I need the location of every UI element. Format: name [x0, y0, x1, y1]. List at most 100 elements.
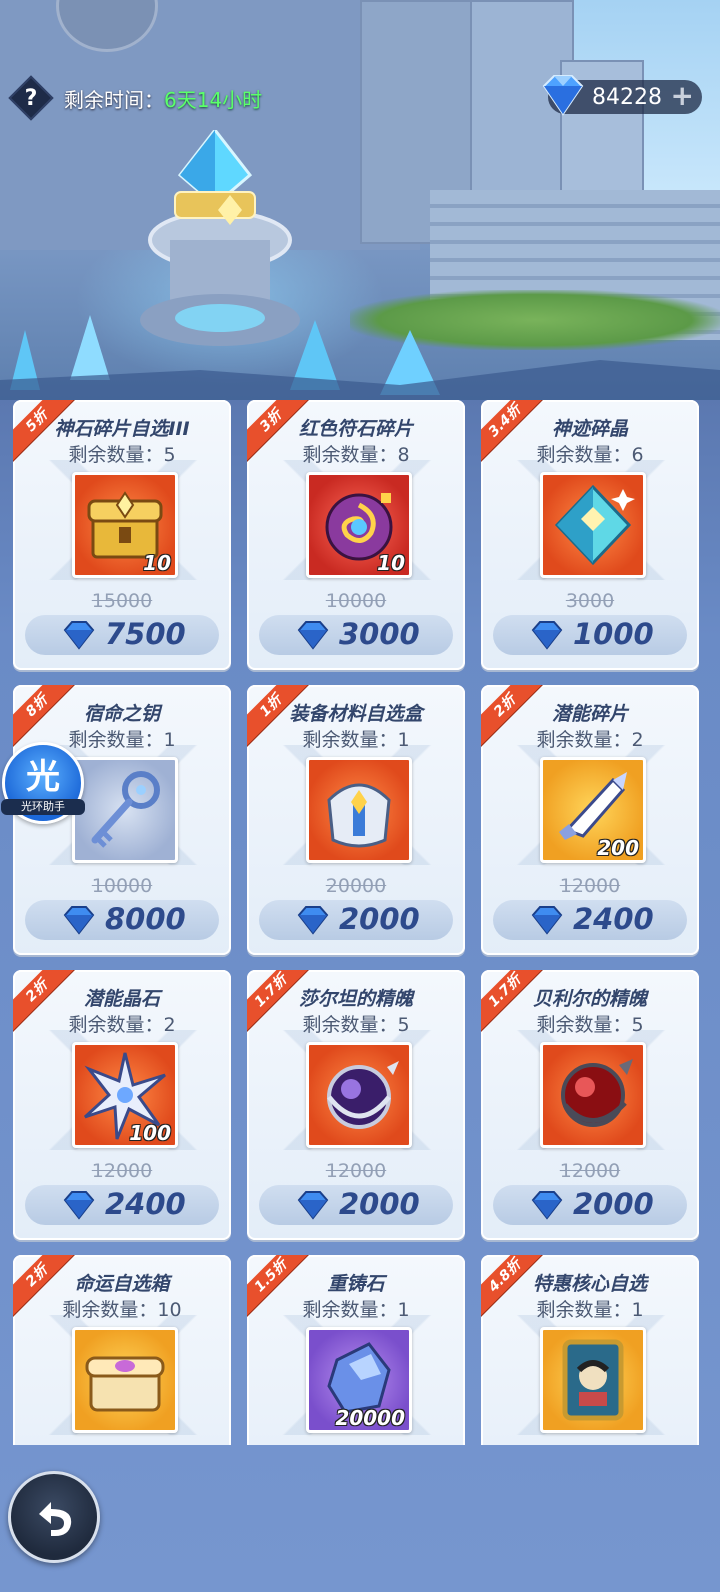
diamond-icon [297, 621, 329, 650]
sale-price: 8000 [105, 902, 186, 936]
original-price: 20000 [325, 875, 387, 897]
shop-item-card[interactable]: 1.7折 莎尔坦的精魄 剩余数量：5 12000 2000 [247, 970, 465, 1240]
back-arrow-icon [39, 1502, 72, 1536]
item-frame[interactable]: 10 [306, 472, 412, 578]
buy-button[interactable]: 7500 [25, 615, 219, 655]
fate-chest-icon [85, 1356, 165, 1412]
sale-price: 2000 [339, 1187, 420, 1221]
original-price: 12000 [91, 1160, 153, 1182]
diamond-amount: 84228 [592, 85, 662, 110]
buy-button[interactable]: 2400 [25, 1185, 219, 1225]
item-frame[interactable] [72, 757, 178, 863]
shop-item-card[interactable]: 5折 神石碎片自选III 剩余数量：5 10 15000 7500 [13, 400, 231, 670]
item-stock: 剩余数量：5 [536, 1014, 644, 1036]
buy-button[interactable]: 2400 [493, 900, 687, 940]
diamond-icon [297, 906, 329, 935]
timer-label: 剩余时间： [64, 87, 164, 112]
shop-item-card[interactable]: 1.7折 贝利尔的精魄 剩余数量：5 12000 2000 [481, 970, 699, 1240]
sale-price: 2000 [573, 1187, 654, 1221]
item-stock: 剩余数量：5 [302, 1014, 410, 1036]
banner-scene: ? 剩余时间： 6天14小时 84228 + [0, 0, 720, 400]
help-button[interactable]: ? [12, 79, 50, 117]
diamond-icon [63, 621, 95, 650]
back-button[interactable] [8, 1471, 100, 1563]
shop-item-card[interactable]: 3.4折 神迹碎晶 剩余数量：6 3000 1000 [481, 400, 699, 670]
red-orb-icon [561, 1059, 633, 1127]
item-quantity: 10 [143, 551, 171, 575]
item-stock: 剩余数量：2 [68, 1014, 176, 1036]
original-price: 15000 [91, 590, 153, 612]
item-frame[interactable] [306, 1042, 412, 1148]
question-icon: ? [24, 85, 38, 111]
sale-price: 3000 [339, 617, 420, 651]
buy-button[interactable]: 1000 [493, 615, 687, 655]
shop-grid: 5折 神石碎片自选III 剩余数量：5 10 15000 7500 3折 红色符石碎片 剩余数量… [13, 400, 707, 1445]
buy-button[interactable]: 3000 [259, 615, 453, 655]
shop-item-card[interactable]: 3折 红色符石碎片 剩余数量：8 10 10000 3000 [247, 400, 465, 670]
shop-item-card[interactable]: 1.5折 重铸石 剩余数量：1 20000 [247, 1255, 465, 1445]
original-price: 12000 [559, 1160, 621, 1182]
crystal-shards [0, 315, 720, 400]
aura-helper-button[interactable]: 光 光环助手 [1, 742, 85, 824]
shop-item-card[interactable]: 2折 命运自选箱 剩余数量：10 [13, 1255, 231, 1445]
buy-button[interactable]: 2000 [259, 900, 453, 940]
helper-label: 光环助手 [1, 799, 85, 815]
item-frame[interactable]: 100 [72, 1042, 178, 1148]
item-quantity: 10 [377, 551, 405, 575]
shop-item-card[interactable]: 2折 潜能碎片 剩余数量：2 200 12000 2400 [481, 685, 699, 955]
miracle-crystal-icon [554, 484, 635, 566]
original-price: 3000 [565, 590, 615, 612]
diamond-icon [531, 906, 563, 935]
item-stock: 剩余数量：10 [62, 1299, 182, 1321]
item-frame[interactable] [72, 1327, 178, 1433]
item-quantity: 20000 [335, 1406, 405, 1430]
buy-button[interactable]: 2000 [259, 1185, 453, 1225]
destiny-key-icon [91, 771, 160, 848]
sale-price: 1000 [573, 617, 654, 651]
diamond-icon [531, 621, 563, 650]
original-price: 10000 [91, 875, 153, 897]
item-stock: 剩余数量：5 [68, 444, 176, 466]
item-frame[interactable] [540, 472, 646, 578]
timer-row: ? 剩余时间： 6天14小时 [12, 78, 263, 118]
helper-glyph: 光 [26, 757, 60, 797]
original-price: 10000 [325, 590, 387, 612]
item-stock: 剩余数量：1 [536, 1299, 644, 1321]
item-stock: 剩余数量：2 [536, 729, 644, 751]
sale-price: 2400 [573, 902, 654, 936]
diamond-icon [542, 75, 584, 116]
diamond-icon [63, 1191, 95, 1220]
shop-item-card[interactable]: 1折 装备材料自选盒 剩余数量：1 20000 2000 [247, 685, 465, 955]
item-quantity: 200 [597, 836, 639, 860]
sale-price: 2000 [339, 902, 420, 936]
buy-button[interactable]: 2000 [493, 1185, 687, 1225]
buy-button[interactable]: 8000 [25, 900, 219, 940]
sale-price: 7500 [105, 617, 186, 651]
timer-value: 6天14小时 [164, 87, 263, 112]
floating-crystal-icon [174, 130, 256, 225]
equipment-box-icon [327, 783, 391, 848]
item-frame[interactable] [540, 1327, 646, 1433]
diamond-balance: 84228 + [542, 75, 702, 116]
item-stock: 剩余数量：8 [302, 444, 410, 466]
core-card-icon [562, 1339, 624, 1421]
item-frame[interactable] [540, 1042, 646, 1148]
item-stock: 剩余数量：6 [536, 444, 644, 466]
sale-price: 2400 [105, 1187, 186, 1221]
item-stock: 剩余数量：1 [302, 1299, 410, 1321]
item-frame[interactable]: 200 [540, 757, 646, 863]
purple-orb-icon [327, 1061, 399, 1129]
item-frame[interactable] [306, 757, 412, 863]
item-quantity: 100 [129, 1121, 171, 1145]
original-price: 12000 [559, 875, 621, 897]
diamond-icon [63, 906, 95, 935]
shop-item-card[interactable]: 4.8折 特惠核心自选 剩余数量：1 [481, 1255, 699, 1445]
item-frame[interactable]: 10 [72, 472, 178, 578]
item-stock: 剩余数量：1 [302, 729, 410, 751]
diamond-icon [297, 1191, 329, 1220]
original-price: 12000 [325, 1160, 387, 1182]
item-frame[interactable]: 20000 [306, 1327, 412, 1433]
diamond-icon [531, 1191, 563, 1220]
add-currency-button[interactable]: + [671, 82, 694, 110]
shop-item-card[interactable]: 2折 潜能晶石 剩余数量：2 100 12000 2400 [13, 970, 231, 1240]
